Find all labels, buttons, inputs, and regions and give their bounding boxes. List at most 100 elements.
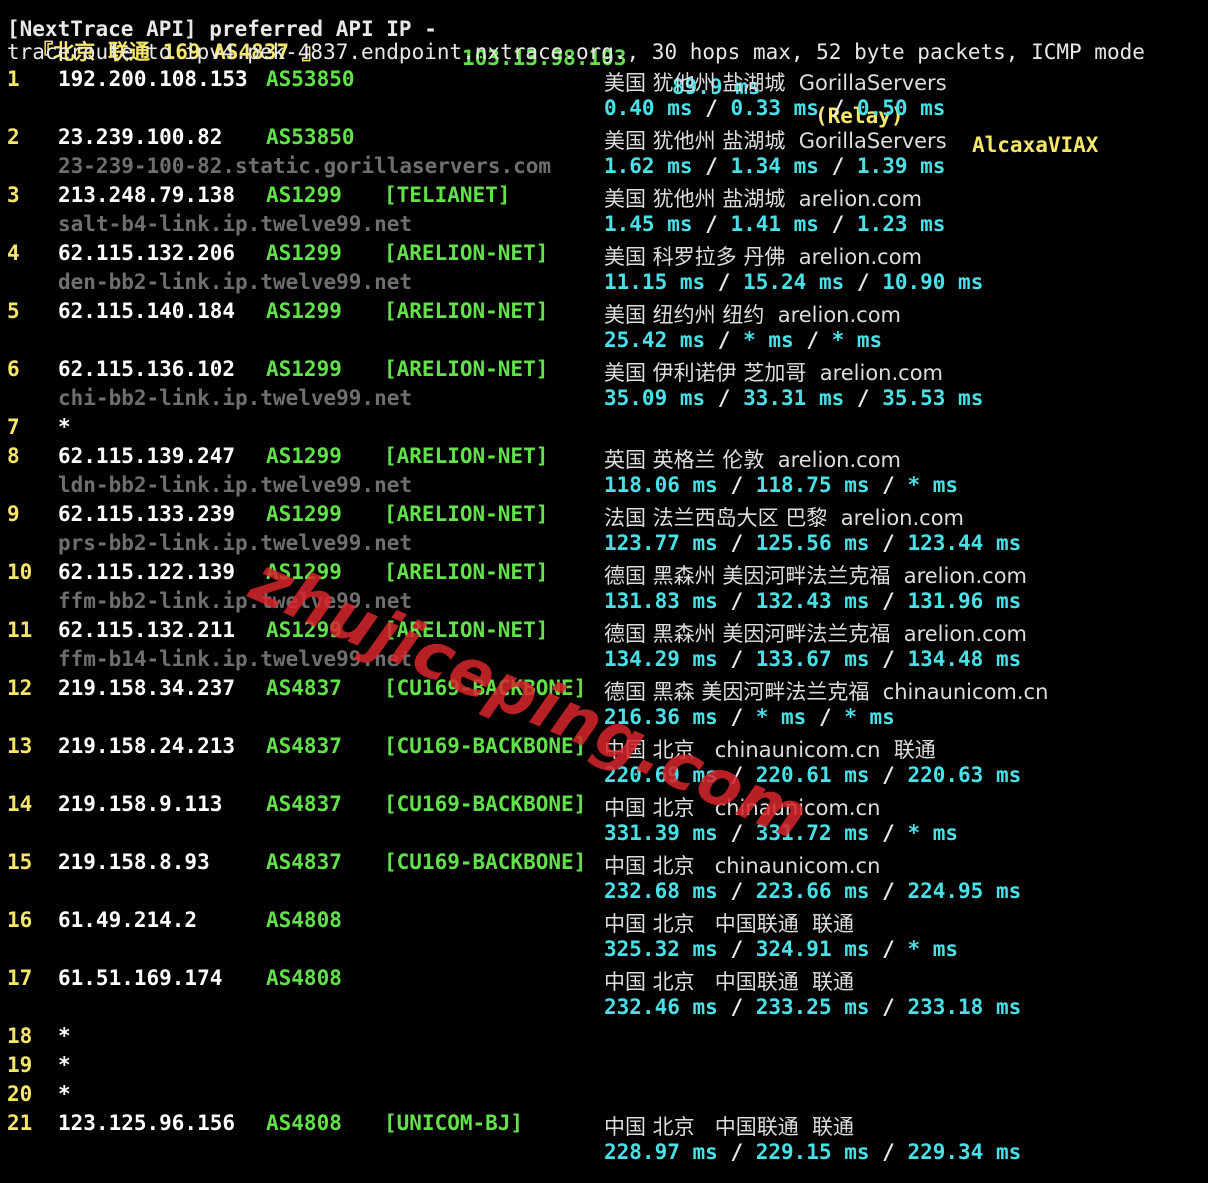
hop-geo: 英国 英格兰 伦敦 arelion.com [604,448,902,472]
hop-number: 14 [7,792,33,816]
latency-separator: / [818,96,857,120]
route-line: traceroute to ipv4.pek-4837.endpoint.nxt… [7,40,1145,64]
latency-separator: / [869,821,908,845]
latency-separator: / [705,270,744,294]
hop-geo: 美国 犹他州 盐湖城 GorillaServers [604,71,947,95]
latency-value: 331.39 ms [604,821,718,845]
hop-ip: 61.49.214.2 [58,908,198,932]
hop-asn: AS53850 [266,67,355,91]
latency-value: * ms [831,328,883,352]
hop-number: 18 [7,1024,33,1048]
hop-asn: AS1299 [266,241,342,265]
hop-number: 19 [7,1053,33,1077]
latency-separator: / [705,386,744,410]
latency-separator: / [869,879,908,903]
hop-latency: 232.68 ms / 223.66 ms / 224.95 ms [604,879,1021,903]
hop-asn: AS4837 [266,792,342,816]
hop-ip: 62.115.136.102 [58,357,236,381]
hop-ip: 62.115.132.211 [58,618,236,642]
hop-number: 5 [7,299,20,323]
latency-value: 125.56 ms [755,531,870,555]
hop-number: 21 [7,1111,33,1135]
hop-network-tag: [ARELION-NET] [384,502,549,526]
hop-network-tag: [CU169-BACKBONE] [384,676,587,700]
hop-network-tag: [CU169-BACKBONE] [384,850,587,874]
latency-value: 1.34 ms [730,154,819,178]
hop-ip: 192.200.108.153 [58,67,248,91]
hop-network-tag: [CU169-BACKBONE] [384,734,587,758]
latency-separator: / [692,96,731,120]
hop-ip: 62.115.140.184 [58,299,236,323]
latency-value: 224.95 ms [907,879,1022,903]
latency-value: 324.91 ms [755,937,870,961]
hop-geo: 德国 黑森州 美因河畔法兰克福 arelion.com [604,622,1028,646]
hop-latency: 216.36 ms / * ms / * ms [604,705,895,729]
hop-asn: AS1299 [266,444,342,468]
latency-separator: / [717,763,756,787]
latency-value: 229.34 ms [907,1140,1022,1164]
hop-ip: 213.248.79.138 [58,183,236,207]
latency-value: 228.97 ms [604,1140,718,1164]
latency-value: 123.44 ms [907,531,1022,555]
hop-asn: AS1299 [266,502,342,526]
latency-separator: / [869,763,908,787]
hop-ip: 62.115.133.239 [58,502,236,526]
hop-number: 4 [7,241,20,265]
latency-value: 232.46 ms [604,995,718,1019]
hop-latency: 1.45 ms / 1.41 ms / 1.23 ms [604,212,945,236]
latency-value: * ms [743,328,794,352]
hop-asn: AS4837 [266,850,342,874]
latency-value: 220.63 ms [907,763,1022,787]
latency-separator: / [717,473,756,497]
latency-separator: / [869,647,908,671]
latency-separator: / [793,328,832,352]
hop-ip: 62.115.139.247 [58,444,236,468]
hop-network-tag: [ARELION-NET] [384,618,549,642]
latency-separator: / [717,647,756,671]
hop-network-tag: [CU169-BACKBONE] [384,792,587,816]
api-tail: AlcaxaVIAX [972,133,1099,157]
hop-latency: 232.46 ms / 233.25 ms / 233.18 ms [604,995,1021,1019]
latency-separator: / [717,589,756,613]
hop-geo: 中国 北京 中国联通 联通 [604,970,855,994]
latency-separator: / [869,937,908,961]
hop-ip: 219.158.8.93 [58,850,210,874]
page-title: 『北京 联通 169 AS4837 』 [7,9,322,64]
latency-separator: / [692,212,731,236]
hop-ip: 62.115.132.206 [58,241,236,265]
hop-timeout: * [58,1082,71,1106]
latency-value: 232.68 ms [604,879,718,903]
hop-geo: 中国 北京 中国联通 联通 [604,1115,855,1139]
hop-ip: 23.239.100.82 [58,125,223,149]
hop-geo: 中国 北京 chinaunicom.cn [604,796,881,820]
hop-network-tag: [ARELION-NET] [384,560,549,584]
hop-geo: 中国 北京 chinaunicom.cn 联通 [604,738,936,762]
hop-latency: 131.83 ms / 132.43 ms / 131.96 ms [604,589,1021,613]
latency-value: 216.36 ms [604,705,718,729]
latency-value: 134.29 ms [604,647,718,671]
latency-separator: / [705,328,744,352]
latency-value: 233.25 ms [755,995,870,1019]
hop-number: 1 [7,67,20,91]
latency-separator: / [717,821,756,845]
hop-hostname: ldn-bb2-link.ip.twelve99.net [58,473,413,497]
latency-value: 25.42 ms [604,328,706,352]
latency-value: 131.96 ms [907,589,1022,613]
hop-ip: 123.125.96.156 [58,1111,236,1135]
hop-network-tag: [ARELION-NET] [384,357,549,381]
latency-value: * ms [755,705,807,729]
hop-network-tag: [ARELION-NET] [384,241,549,265]
hop-asn: AS1299 [266,357,342,381]
hop-latency: 123.77 ms / 125.56 ms / 123.44 ms [604,531,1021,555]
latency-value: 0.40 ms [604,96,693,120]
hop-number: 7 [7,415,20,439]
hop-latency: 325.32 ms / 324.91 ms / * ms [604,937,958,961]
hop-ip: 219.158.34.237 [58,676,236,700]
latency-separator: / [717,879,756,903]
hop-geo: 中国 北京 中国联通 联通 [604,912,855,936]
latency-value: 35.53 ms [882,386,984,410]
hop-timeout: * [58,1024,71,1048]
latency-separator: / [844,386,883,410]
hop-number: 10 [7,560,33,584]
hop-latency: 220.69 ms / 220.61 ms / 220.63 ms [604,763,1021,787]
